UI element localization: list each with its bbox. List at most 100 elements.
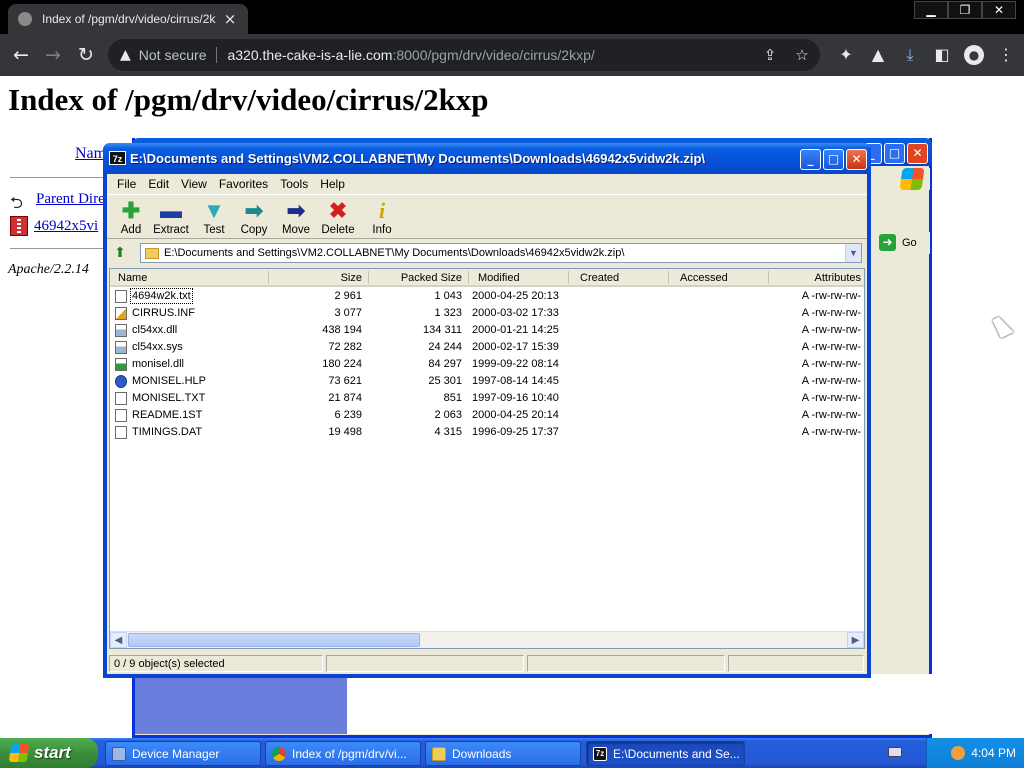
column-separator[interactable] [468, 271, 469, 284]
7zip-window: 7z E:\Documents and Settings\VM2.COLLABN… [103, 143, 871, 678]
restore-button[interactable]: ❐ [948, 1, 982, 19]
not-secure-label[interactable]: Not secure [139, 47, 207, 63]
url-path[interactable]: :8000/pgm/drv/video/cirrus/2kxp/ [392, 47, 594, 63]
table-row[interactable]: cl54xx.dll 438 194 134 311 2000-01-21 14:25… [110, 322, 864, 339]
browser-tab[interactable]: Index of /pgm/drv/video/cirrus/2kxp × [8, 4, 248, 34]
side-panel-icon[interactable]: ◧ [926, 42, 958, 68]
up-folder-icon[interactable]: ⬆ [109, 243, 131, 263]
omnibox-icons: ⇪ ☆ [760, 43, 812, 67]
address-bar[interactable]: ▲ Not secure a320.the-cake-is-a-lie.com … [108, 39, 820, 71]
extract-button[interactable]: ▬ Extract [150, 198, 192, 236]
menu-item-view[interactable]: View [175, 174, 213, 194]
taskbar-item-1[interactable]: Index of /pgm/drv/vi... [265, 741, 421, 766]
share-icon[interactable]: ⇪ [760, 43, 780, 67]
warning-icon[interactable]: ▲ [120, 47, 131, 63]
path-combobox[interactable]: E:\Documents and Settings\VM2.COLLABNET\… [140, 243, 862, 263]
file-packed-size: 4 315 [434, 426, 462, 438]
table-row[interactable]: README.1ST 6 239 2 063 2000-04-25 20:14 A -r… [110, 407, 864, 424]
taskbar-item-label: Downloads [452, 746, 512, 761]
menu-item-help[interactable]: Help [314, 174, 351, 194]
column-header-attributes[interactable]: Attributes [815, 272, 861, 284]
explorer-maximize-button[interactable]: □ [884, 143, 905, 164]
delete-button[interactable]: ✖ Delete [317, 198, 359, 236]
tab-close-button[interactable]: × [222, 10, 238, 28]
7zip-minimize-button[interactable]: _ [800, 149, 821, 170]
7zip-toolbar: ✚ Add ▬ Extract ▼ Test ➡ Copy ➡ Move ✖ Delete i Info [107, 194, 867, 239]
start-label: start [34, 743, 71, 762]
menu-dots-icon[interactable]: ⋮ [990, 42, 1022, 68]
keyboard-icon[interactable] [888, 747, 902, 757]
menu-item-tools[interactable]: Tools [274, 174, 314, 194]
clock[interactable]: 4:04 PM [971, 746, 1016, 760]
scroll-left-icon[interactable]: ◀ [110, 632, 127, 648]
back-arrow-icon[interactable]: ← [8, 42, 34, 68]
column-header-modified[interactable]: Modified [478, 272, 520, 284]
toolbar-label: Copy [240, 224, 268, 236]
url-host[interactable]: a320.the-cake-is-a-lie.com [227, 47, 392, 63]
minimize-button[interactable]: ▁ [914, 1, 948, 19]
menu-item-favorites[interactable]: Favorites [213, 174, 274, 194]
horizontal-scrollbar[interactable]: ◀ ▶ [110, 631, 864, 648]
reload-icon[interactable]: ↻ [73, 42, 99, 68]
file-modified: 1999-09-22 08:14 [472, 358, 559, 370]
explorer-close-button[interactable]: ✕ [907, 143, 928, 164]
move-button[interactable]: ➡ Move [275, 198, 317, 236]
add-button[interactable]: ✚ Add [110, 198, 152, 236]
column-name-link[interactable]: Nam [75, 145, 106, 163]
table-row[interactable]: MONISEL.HLP 73 621 25 301 1997-08-14 14:45 A… [110, 373, 864, 390]
file-packed-size: 2 063 [434, 409, 462, 421]
tray-app-icon[interactable] [951, 746, 966, 760]
column-header-size[interactable]: Size [341, 272, 362, 284]
download-icon[interactable]: ⤓ [894, 42, 926, 68]
column-header-packed-size[interactable]: Packed Size [401, 272, 462, 284]
column-separator[interactable] [368, 271, 369, 284]
windows-logo-icon [8, 744, 30, 762]
column-header-name[interactable]: Name [118, 272, 147, 284]
path-text[interactable]: E:\Documents and Settings\VM2.COLLABNET\… [164, 247, 845, 259]
close-window-button[interactable]: ✕ [982, 1, 1016, 19]
file-icon [115, 375, 127, 388]
table-row[interactable]: cl54xx.sys 72 282 24 244 2000-02-17 15:39 A … [110, 339, 864, 356]
menu-item-file[interactable]: File [111, 174, 142, 194]
7zip-app-icon[interactable]: 7z [109, 151, 126, 165]
scroll-right-icon[interactable]: ▶ [847, 632, 864, 648]
menu-item-edit[interactable]: Edit [142, 174, 175, 194]
column-separator[interactable] [568, 271, 569, 284]
start-button[interactable]: start [0, 738, 98, 768]
taskbar-item-0[interactable]: Device Manager [105, 741, 261, 766]
7zip-status-bar: 0 / 9 object(s) selected [107, 653, 867, 674]
7zip-close-button[interactable]: ✕ [846, 149, 867, 170]
test-button[interactable]: ▼ Test [193, 198, 235, 236]
profile-avatar-icon[interactable]: ● [964, 45, 984, 65]
go-button[interactable]: ➜ Go [879, 234, 917, 251]
taskbar-item-3[interactable]: 7z E:\Documents and Se... [586, 741, 745, 766]
table-row[interactable]: 4694w2k.txt 2 961 1 043 2000-04-25 20:13 A -… [110, 288, 864, 305]
info-button[interactable]: i Info [361, 198, 403, 236]
table-row[interactable]: TIMINGS.DAT 19 498 4 315 1996-09-25 17:37 A … [110, 424, 864, 441]
column-header-accessed[interactable]: Accessed [680, 272, 728, 284]
7zip-titlebar[interactable]: 7z E:\Documents and Settings\VM2.COLLABN… [103, 143, 871, 174]
minus-icon: ▬ [160, 198, 182, 223]
7zip-maximize-button[interactable]: □ [823, 149, 844, 170]
taskbar-item-2[interactable]: Downloads [425, 741, 581, 766]
table-row[interactable]: CIRRUS.INF 3 077 1 323 2000-03-02 17:33 A -r… [110, 305, 864, 322]
forward-arrow-icon[interactable]: → [40, 42, 66, 68]
column-separator[interactable] [668, 271, 669, 284]
column-header-created[interactable]: Created [580, 272, 619, 284]
star-icon[interactable]: ☆ [792, 43, 812, 67]
puzzle-icon[interactable]: ✦ [830, 42, 862, 68]
chevron-down-icon[interactable]: ▼ [845, 244, 861, 262]
7zip-window-controls: _ □ ✕ [800, 149, 867, 170]
toolbar-label: Add [120, 224, 142, 236]
column-separator[interactable] [268, 271, 269, 284]
table-row[interactable]: monisel.dll 180 224 84 297 1999-09-22 08:14… [110, 356, 864, 373]
copy-button[interactable]: ➡ Copy [233, 198, 275, 236]
lab-flask-icon[interactable]: ▲ [862, 42, 894, 68]
file-name: MONISEL.TXT [132, 392, 206, 404]
zip-file-link[interactable]: 46942x5vi [34, 218, 98, 235]
parent-directory-link[interactable]: Parent Dire [36, 191, 105, 208]
file-name: TIMINGS.DAT [132, 426, 203, 438]
column-separator[interactable] [768, 271, 769, 284]
scroll-thumb[interactable] [128, 633, 420, 647]
table-row[interactable]: MONISEL.TXT 21 874 851 1997-09-16 10:40 A -r… [110, 390, 864, 407]
